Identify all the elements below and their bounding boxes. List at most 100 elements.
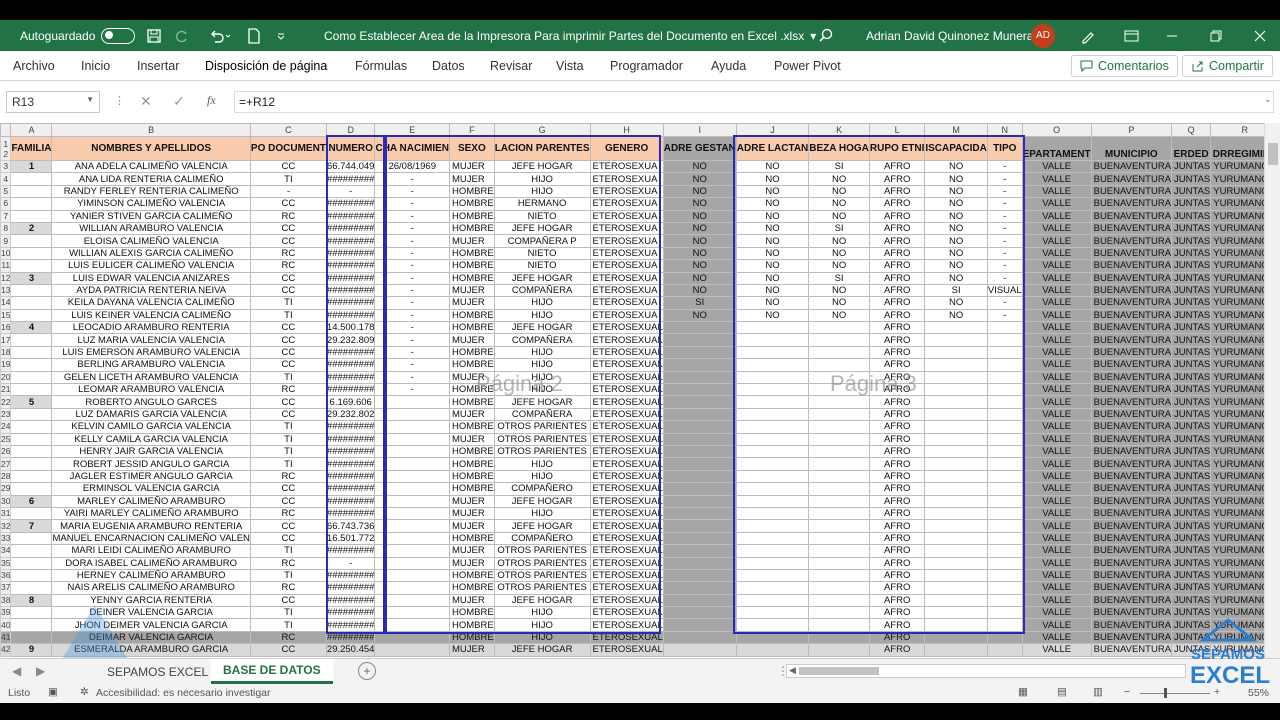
cell-grupo-etnico[interactable]: AFRO bbox=[868, 544, 926, 558]
cell-vereda[interactable]: JUNTAS bbox=[1171, 383, 1212, 397]
cell-corregimiento[interactable]: YURUMANGUI bbox=[1210, 333, 1264, 347]
cell-lactante[interactable] bbox=[735, 420, 810, 434]
cell-numero[interactable]: ######### bbox=[325, 618, 376, 632]
row-header[interactable]: 8 bbox=[0, 221, 12, 236]
cell-departamento[interactable]: VALLE bbox=[1021, 457, 1092, 471]
cell-grupo-etnico[interactable]: AFRO bbox=[868, 494, 926, 508]
cell-familia[interactable] bbox=[10, 246, 53, 261]
cell-departamento[interactable]: VALLE bbox=[1021, 544, 1092, 558]
cell-lactante[interactable]: NO bbox=[735, 159, 810, 174]
cell-genero[interactable]: ETEROSEXUA bbox=[589, 159, 664, 174]
cell-nombre[interactable]: LUIS EULICER CALIMEÑO VALENCIA bbox=[51, 259, 251, 273]
cell-discapacidad[interactable]: NO bbox=[924, 221, 988, 236]
cell-departamento[interactable]: VALLE bbox=[1021, 519, 1092, 533]
cell-tipo-documento[interactable]: RC bbox=[249, 469, 327, 484]
cell-gestante[interactable] bbox=[662, 544, 737, 558]
cell-genero[interactable]: ETEROSEXUAL bbox=[589, 321, 664, 335]
cell-nombre[interactable]: ROBERT JESSID ANGULO GARCIA bbox=[51, 457, 251, 471]
cell-familia[interactable] bbox=[10, 259, 53, 273]
cell-tipo[interactable] bbox=[986, 593, 1023, 608]
row-header[interactable]: 12 bbox=[0, 271, 12, 285]
cell-fecha[interactable] bbox=[374, 494, 450, 508]
header-departamento[interactable]: EPARTAMENT bbox=[1021, 136, 1092, 161]
cell-nombre[interactable]: HENRY JAIR GARCIA VALENCIA bbox=[51, 444, 251, 459]
cell-familia[interactable] bbox=[10, 172, 53, 186]
cell-fecha[interactable]: - bbox=[374, 234, 450, 248]
column-header[interactable]: K bbox=[808, 123, 870, 137]
cell-departamento[interactable]: VALLE bbox=[1021, 159, 1092, 174]
row-header[interactable]: 12 bbox=[0, 136, 12, 161]
page-layout-view-icon[interactable]: ▤ bbox=[1057, 686, 1067, 698]
cell-gestante[interactable] bbox=[662, 506, 737, 521]
cell-municipio[interactable]: BUENAVENTURA bbox=[1090, 383, 1173, 397]
cell-nombre[interactable]: JAGLER ESTIMER ANGULO GARCIA bbox=[51, 469, 251, 484]
row-header[interactable]: 29 bbox=[0, 482, 12, 496]
redo-icon[interactable] bbox=[174, 20, 190, 51]
cell-departamento[interactable]: VALLE bbox=[1021, 321, 1092, 335]
cell-nombre[interactable]: GELEN LICETH ARAMBURO VALENCIA bbox=[51, 370, 251, 385]
cell-vereda[interactable]: JUNTAS bbox=[1171, 271, 1212, 285]
cell-grupo-etnico[interactable]: AFRO bbox=[868, 482, 926, 496]
cell-cabeza-hogar[interactable]: SI bbox=[808, 159, 870, 174]
cell-vereda[interactable]: JUNTAS bbox=[1171, 506, 1212, 521]
cell-cabeza-hogar[interactable]: NO bbox=[808, 234, 870, 248]
cell-genero[interactable]: ETEROSEXUA bbox=[589, 246, 664, 261]
cell-lactante[interactable] bbox=[735, 531, 810, 546]
row-header[interactable]: 39 bbox=[0, 606, 12, 620]
cell-genero[interactable]: ETEROSEXUAL bbox=[589, 358, 664, 372]
ribbon-display-icon[interactable] bbox=[1124, 20, 1140, 51]
cell-lactante[interactable] bbox=[735, 345, 810, 360]
cell-sexo[interactable]: HOMBRE bbox=[448, 457, 495, 471]
cell-corregimiento[interactable]: YURUMANGUI bbox=[1210, 506, 1264, 521]
cell-sexo[interactable]: MUJER bbox=[448, 593, 495, 608]
cell-vereda[interactable]: JUNTAS bbox=[1171, 457, 1212, 471]
cell-grupo-etnico[interactable]: AFRO bbox=[868, 283, 926, 298]
cell-tipo-documento[interactable]: RC bbox=[249, 259, 327, 273]
cell-gestante[interactable] bbox=[662, 581, 737, 595]
cell-corregimiento[interactable]: YURUMANGUI bbox=[1210, 221, 1264, 236]
cell-vereda[interactable]: JUNTAS bbox=[1171, 395, 1212, 409]
cell-tipo-documento[interactable]: CC bbox=[249, 345, 327, 360]
cell-fecha[interactable]: - bbox=[374, 172, 450, 186]
cell-tipo[interactable] bbox=[986, 469, 1023, 484]
cell-parentesco[interactable]: NIETO bbox=[493, 209, 591, 223]
cell-parentesco[interactable]: JEFE HOGAR bbox=[493, 321, 591, 335]
cell-municipio[interactable]: BUENAVENTURA bbox=[1090, 296, 1173, 310]
cell-gestante[interactable] bbox=[662, 457, 737, 471]
cell-genero[interactable]: ETEROSEXUAL bbox=[589, 643, 664, 657]
cell-fecha[interactable] bbox=[374, 643, 450, 657]
cell-tipo[interactable]: - bbox=[986, 296, 1023, 310]
cell-departamento[interactable]: VALLE bbox=[1021, 395, 1092, 409]
cell-vereda[interactable]: JUNTAS bbox=[1171, 593, 1212, 608]
tab-vista[interactable]: Vista bbox=[556, 59, 584, 73]
cell-municipio[interactable]: BUENAVENTURA bbox=[1090, 420, 1173, 434]
cell-numero[interactable]: 29.250.454 bbox=[325, 643, 376, 657]
cell-vereda[interactable]: JUNTAS bbox=[1171, 197, 1212, 211]
cell-discapacidad[interactable]: NO bbox=[924, 172, 988, 186]
user-avatar[interactable]: AD bbox=[1031, 20, 1055, 51]
cell-grupo-etnico[interactable]: AFRO bbox=[868, 209, 926, 223]
cell-sexo[interactable]: HOMBRE bbox=[448, 444, 495, 459]
cell-lactante[interactable] bbox=[735, 482, 810, 496]
cell-fecha[interactable] bbox=[374, 544, 450, 558]
cell-gestante[interactable]: NO bbox=[662, 271, 737, 285]
cell-vereda[interactable]: JUNTAS bbox=[1171, 308, 1212, 323]
cell-grupo-etnico[interactable]: AFRO bbox=[868, 469, 926, 484]
cell-cabeza-hogar[interactable]: NO bbox=[808, 197, 870, 211]
cell-vereda[interactable]: JUNTAS bbox=[1171, 494, 1212, 508]
cell-gestante[interactable] bbox=[662, 519, 737, 533]
cell-sexo[interactable]: MUJER bbox=[448, 556, 495, 570]
cell-nombre[interactable]: MANUEL ENCARNACION CALIMEÑO VALEN bbox=[51, 531, 251, 546]
cell-tipo[interactable]: - bbox=[986, 197, 1023, 211]
cell-departamento[interactable]: VALLE bbox=[1021, 420, 1092, 434]
cell-parentesco[interactable]: COMPAÑERO bbox=[493, 531, 591, 546]
cell-corregimiento[interactable]: YURUMANGUI bbox=[1210, 395, 1264, 409]
cell-sexo[interactable]: HOMBRE bbox=[448, 308, 495, 323]
cell-grupo-etnico[interactable]: AFRO bbox=[868, 234, 926, 248]
sheet-table[interactable]: ABCDEFGHIJKLMNOPQR 12 FAMILIA NOMBRES Y … bbox=[0, 123, 1264, 657]
cell-tipo-documento[interactable]: TI bbox=[249, 544, 327, 558]
cell-grupo-etnico[interactable]: AFRO bbox=[868, 457, 926, 471]
cell-cabeza-hogar[interactable]: NO bbox=[808, 209, 870, 223]
cell-gestante[interactable]: NO bbox=[662, 308, 737, 323]
cell-tipo-documento[interactable]: RC bbox=[249, 209, 327, 223]
